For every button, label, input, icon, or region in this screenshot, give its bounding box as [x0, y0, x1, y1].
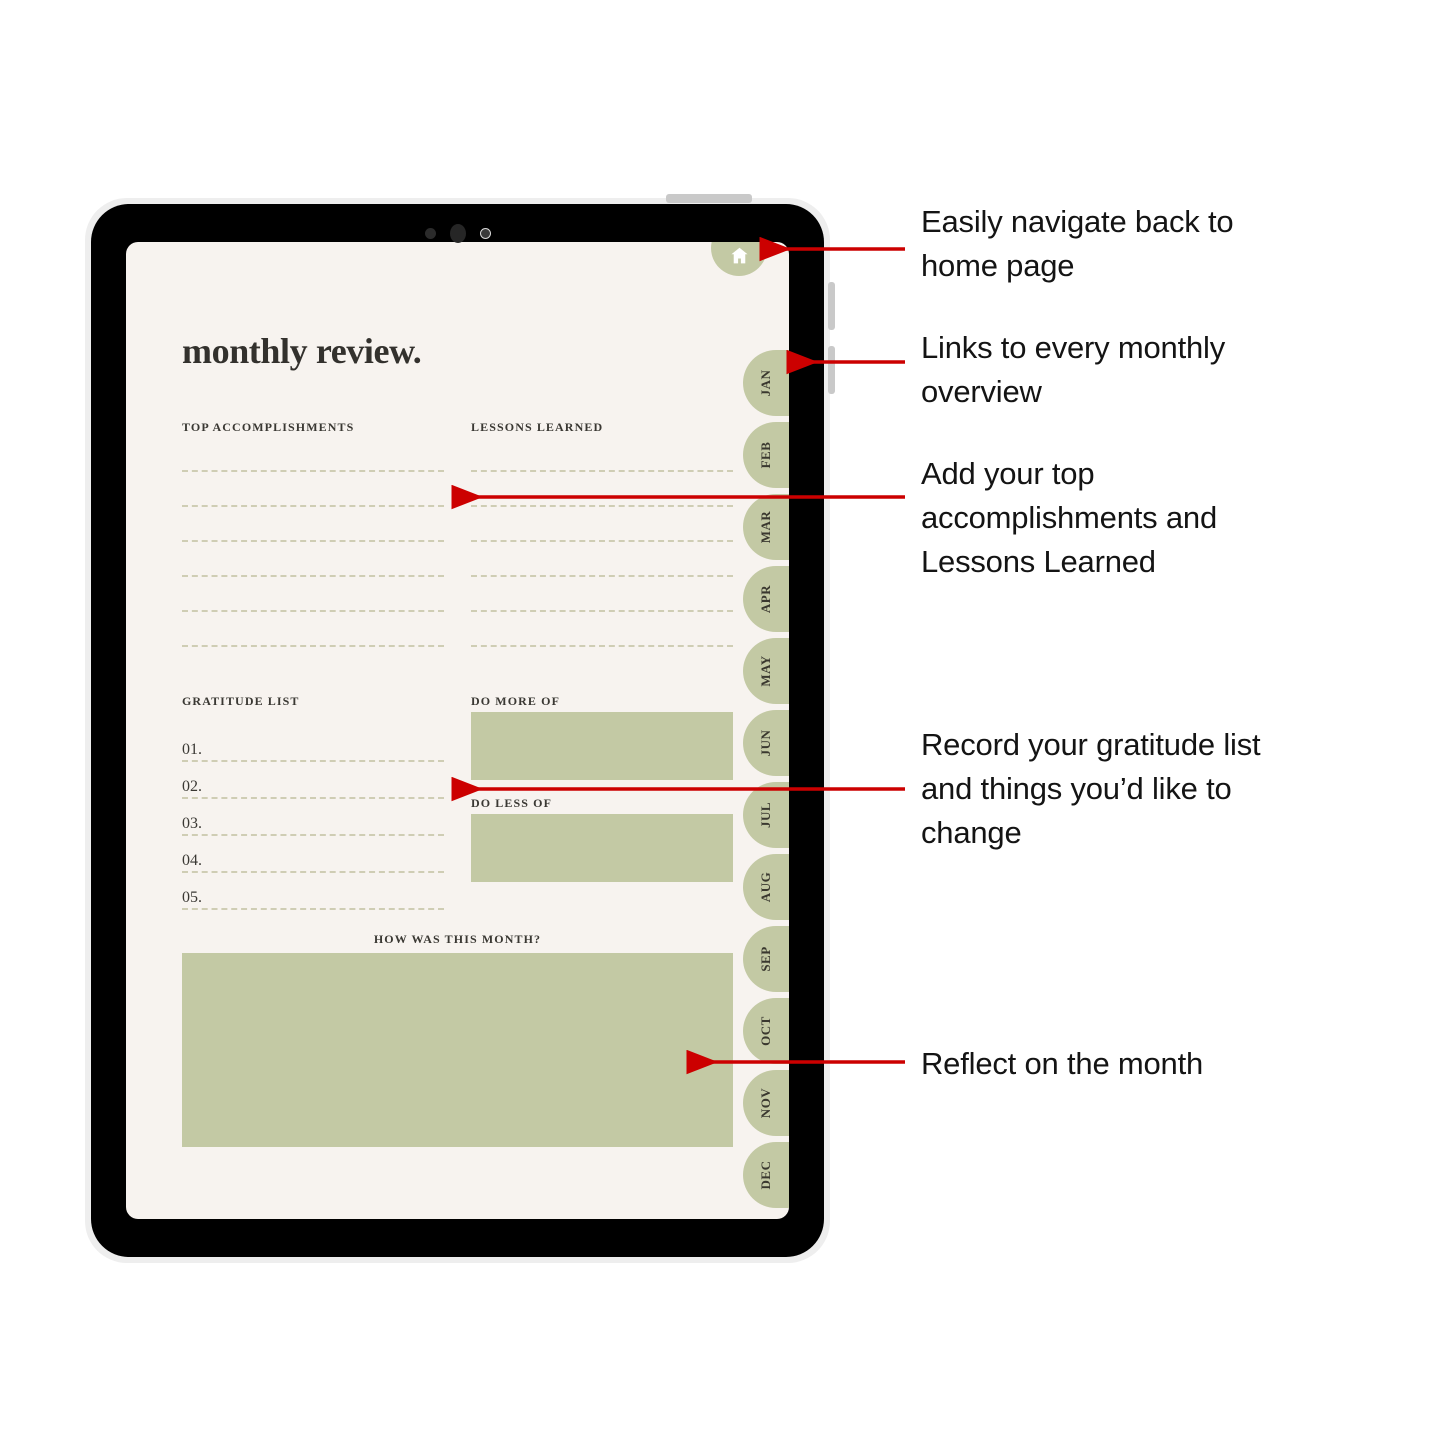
front-camera-icon: [449, 223, 466, 243]
camera-array: [85, 223, 830, 243]
annotation-reflection: Reflect on the month: [921, 1046, 1204, 1081]
annotation-accomplishments: Add your top accomplishments and Lessons…: [921, 456, 1218, 580]
camera-dot-icon: [424, 227, 436, 239]
annotation-gratitude: Record your gratitude list and things yo…: [921, 727, 1261, 851]
annotation-home: Easily navigate back to home page: [921, 204, 1234, 284]
ambient-sensor-icon: [479, 227, 491, 239]
annotation-month-links: Links to every monthly overview: [921, 330, 1226, 410]
